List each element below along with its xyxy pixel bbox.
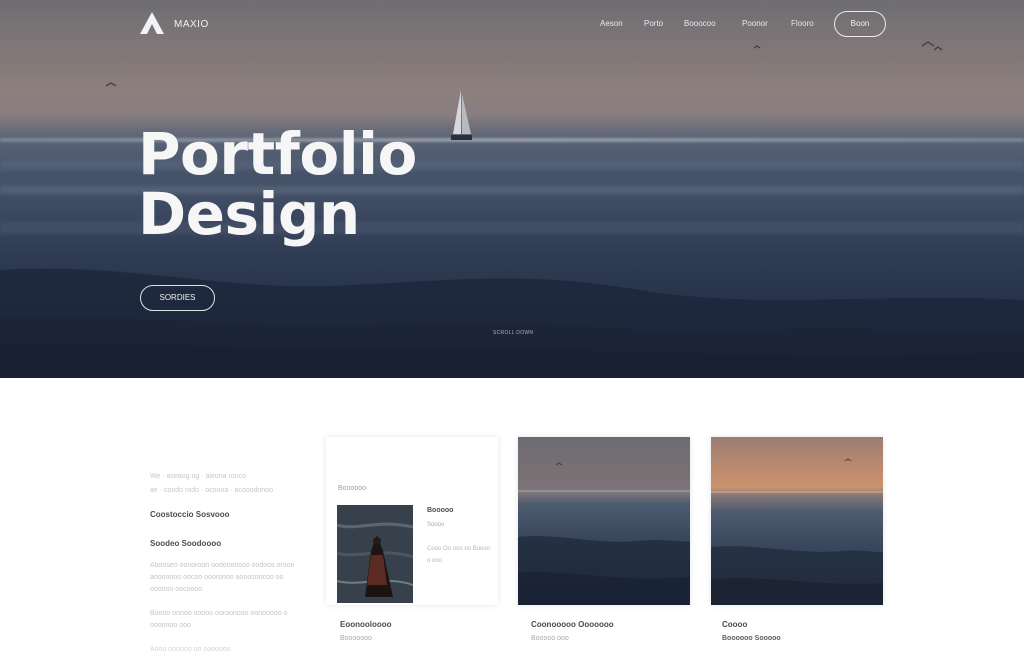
hero-section: MAXIO Aeson Porto Booocoo Poonor Flooro … [0,0,1024,378]
nav-link-partner[interactable]: Poonor [742,19,768,28]
card-subtitle: Soooo [427,522,445,528]
portfolio-card[interactable] [518,437,690,605]
card-seascape-image [518,437,690,605]
caption-title: Eoonooloooo [340,620,392,629]
portfolio-card[interactable] [711,437,883,605]
nav-action-button[interactable]: Boon [834,11,886,37]
intro-heading: Coostoccio Sosvooo [150,510,230,519]
caption-subtitle: Booooooo [340,635,372,642]
hero-title-line1: Portfolio [138,120,417,188]
caption-subtitle: Boooooo Sooooo [722,635,781,642]
intro-paragraph: Aooo ooonoo oo ooooooo [150,646,231,653]
caption-title: Coooo [722,620,748,629]
intro-subheading: Soodeo Soodoooo [150,539,222,548]
intro-paragraph: Boooo oonoo ooooo ooroonooo oonooooo o o… [150,610,288,629]
card-title: Booooo [427,507,454,514]
bird-icon [105,41,943,87]
portfolio-card[interactable]: Boooooo Booooo Soooo Cooo Oo ooo oo Booo… [326,437,498,605]
card-thumbnail-image [336,505,414,603]
hero-cta-button[interactable]: SORDIES [140,285,215,311]
hero-title: Portfolio Design [138,124,417,244]
card-sunset-image [711,437,883,605]
card-caption: Coooo Boooooo Sooooo [722,620,781,642]
intro-paragraph: Abooseo oonoroon oodoooosoo oodoos oroon… [150,562,295,593]
caption-title: Coonooooo Ooooooo [531,620,614,629]
intro-column: We · aseaog og · aleona ronco ae · coodo… [150,470,300,656]
card-meta: Cooo Oo ooo oo Boooo o ooo [427,546,491,564]
scroll-caption: SCROLL DOWN [493,330,534,336]
nav-link-flows[interactable]: Flooro [791,19,814,28]
card-caption: Eoonooloooo Booooooo [340,620,392,642]
hero-title-line2: Design [138,180,360,248]
card-kicker: Boooooo [338,485,367,492]
card-caption: Coonooooo Ooooooo Booooo ooo [531,620,614,642]
sailboat-icon [451,90,472,140]
nav-link-blog[interactable]: Booocoo [684,19,716,28]
nav-link-portfolio[interactable]: Porto [644,19,663,28]
caption-subtitle: Booooo ooo [531,635,569,642]
intro-line: ae · coodo rodo · ocoona · acooodonoo [150,487,273,494]
nav-link-about[interactable]: Aeson [600,19,623,28]
intro-line: We · aseaog og · aleona ronco [150,473,246,480]
